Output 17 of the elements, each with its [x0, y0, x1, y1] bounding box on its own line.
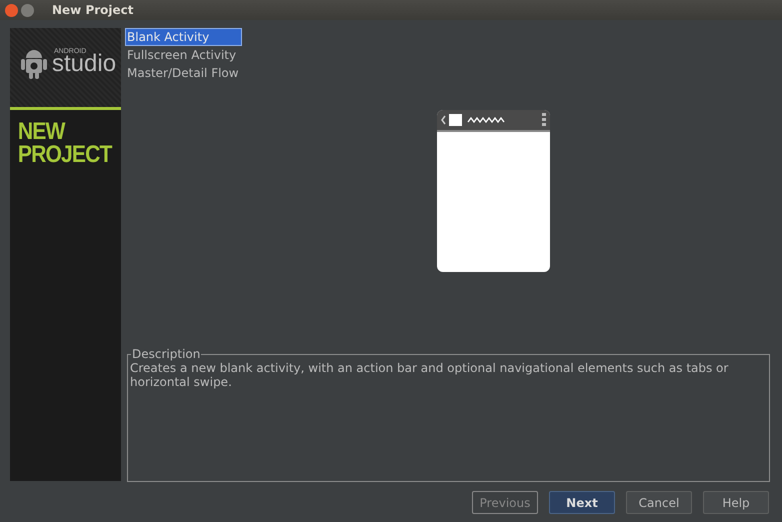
description-title: Description [131, 347, 202, 361]
dialog-button[interactable]: Cancel [626, 491, 692, 514]
minimize-button[interactable] [21, 4, 34, 16]
banner-heading-line: PROJECT [18, 143, 112, 166]
template-item[interactable]: Fullscreen Activity [125, 46, 242, 64]
window-title: New Project [52, 2, 134, 19]
dialog-button[interactable]: Help [703, 491, 769, 514]
brand-name: studio [52, 52, 116, 76]
close-button[interactable] [5, 4, 18, 16]
banner-heading-line: NEW [18, 120, 65, 143]
description-text: Creates a new blank activity, with an action bar and optional navigational elements such as tabs or horizontal swipe. [130, 361, 730, 389]
title-squiggle-icon [467, 116, 507, 124]
template-item[interactable]: Blank Activity [125, 28, 242, 46]
template-item[interactable]: Master/Detail Flow [125, 64, 242, 82]
overflow-menu-icon [542, 113, 546, 127]
dialog-button[interactable]: Next [549, 491, 615, 514]
back-square-icon [441, 113, 465, 127]
